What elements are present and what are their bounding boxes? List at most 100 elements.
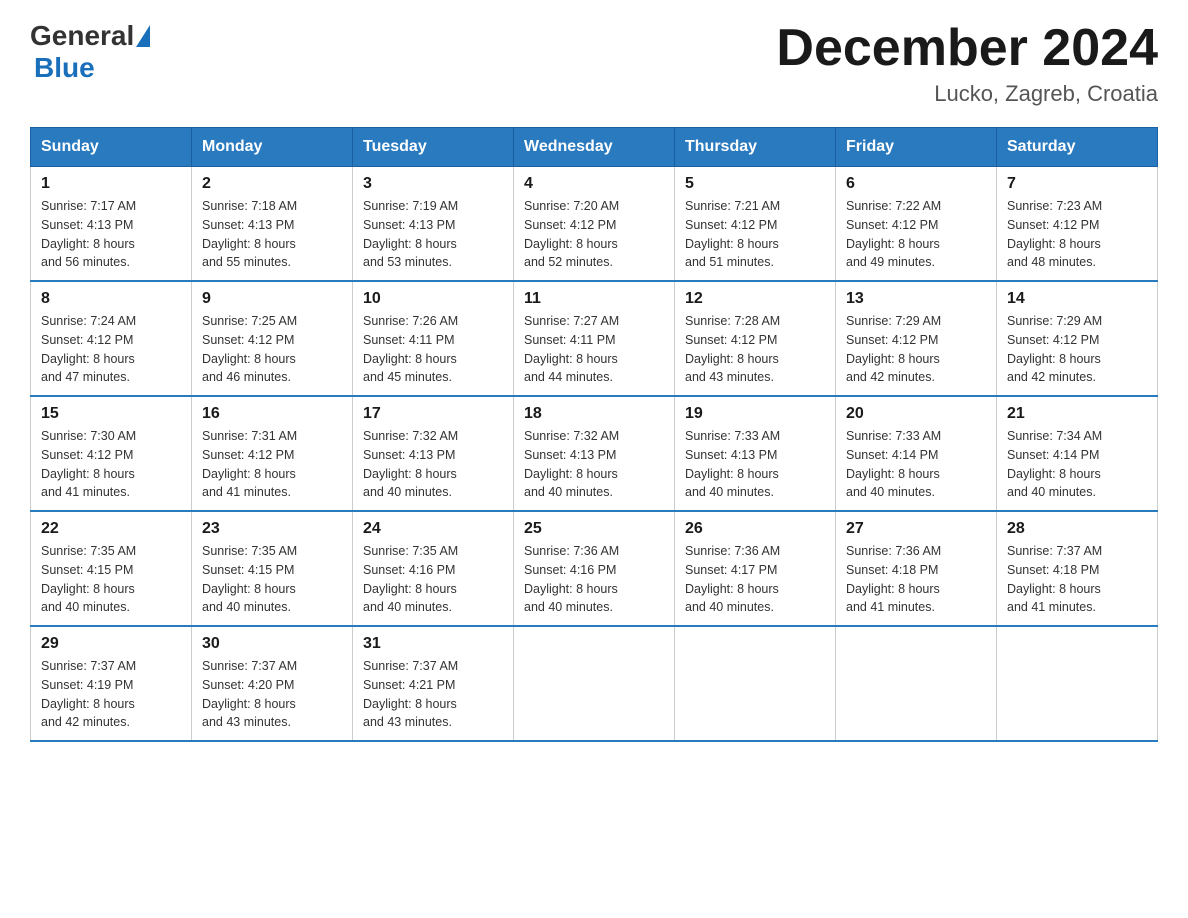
calendar-cell: 22 Sunrise: 7:35 AM Sunset: 4:15 PM Dayl…: [31, 511, 192, 626]
day-info: Sunrise: 7:36 AM Sunset: 4:16 PM Dayligh…: [524, 542, 664, 617]
day-number: 4: [524, 175, 664, 193]
calendar-header-sunday: Sunday: [31, 128, 192, 167]
calendar-header-friday: Friday: [836, 128, 997, 167]
day-number: 6: [846, 175, 986, 193]
day-info: Sunrise: 7:36 AM Sunset: 4:18 PM Dayligh…: [846, 542, 986, 617]
day-number: 17: [363, 405, 503, 423]
calendar-cell: 26 Sunrise: 7:36 AM Sunset: 4:17 PM Dayl…: [675, 511, 836, 626]
day-number: 28: [1007, 520, 1147, 538]
day-info: Sunrise: 7:23 AM Sunset: 4:12 PM Dayligh…: [1007, 197, 1147, 272]
day-info: Sunrise: 7:21 AM Sunset: 4:12 PM Dayligh…: [685, 197, 825, 272]
day-info: Sunrise: 7:29 AM Sunset: 4:12 PM Dayligh…: [1007, 312, 1147, 387]
day-info: Sunrise: 7:37 AM Sunset: 4:20 PM Dayligh…: [202, 657, 342, 732]
day-number: 22: [41, 520, 181, 538]
day-number: 20: [846, 405, 986, 423]
day-info: Sunrise: 7:22 AM Sunset: 4:12 PM Dayligh…: [846, 197, 986, 272]
day-number: 31: [363, 635, 503, 653]
day-info: Sunrise: 7:33 AM Sunset: 4:14 PM Dayligh…: [846, 427, 986, 502]
calendar-cell: 27 Sunrise: 7:36 AM Sunset: 4:18 PM Dayl…: [836, 511, 997, 626]
day-number: 10: [363, 290, 503, 308]
calendar-week-row: 22 Sunrise: 7:35 AM Sunset: 4:15 PM Dayl…: [31, 511, 1158, 626]
calendar-week-row: 15 Sunrise: 7:30 AM Sunset: 4:12 PM Dayl…: [31, 396, 1158, 511]
day-info: Sunrise: 7:37 AM Sunset: 4:19 PM Dayligh…: [41, 657, 181, 732]
day-number: 19: [685, 405, 825, 423]
day-number: 29: [41, 635, 181, 653]
calendar-header-wednesday: Wednesday: [514, 128, 675, 167]
calendar-cell: 17 Sunrise: 7:32 AM Sunset: 4:13 PM Dayl…: [353, 396, 514, 511]
calendar-week-row: 1 Sunrise: 7:17 AM Sunset: 4:13 PM Dayli…: [31, 167, 1158, 282]
day-number: 18: [524, 405, 664, 423]
calendar-cell: 28 Sunrise: 7:37 AM Sunset: 4:18 PM Dayl…: [997, 511, 1158, 626]
calendar-cell: 11 Sunrise: 7:27 AM Sunset: 4:11 PM Dayl…: [514, 281, 675, 396]
day-info: Sunrise: 7:31 AM Sunset: 4:12 PM Dayligh…: [202, 427, 342, 502]
calendar-header-tuesday: Tuesday: [353, 128, 514, 167]
day-number: 1: [41, 175, 181, 193]
day-info: Sunrise: 7:37 AM Sunset: 4:18 PM Dayligh…: [1007, 542, 1147, 617]
day-number: 30: [202, 635, 342, 653]
calendar-week-row: 8 Sunrise: 7:24 AM Sunset: 4:12 PM Dayli…: [31, 281, 1158, 396]
day-info: Sunrise: 7:37 AM Sunset: 4:21 PM Dayligh…: [363, 657, 503, 732]
calendar-cell: 29 Sunrise: 7:37 AM Sunset: 4:19 PM Dayl…: [31, 626, 192, 741]
calendar-cell: [514, 626, 675, 741]
calendar-cell: 3 Sunrise: 7:19 AM Sunset: 4:13 PM Dayli…: [353, 167, 514, 282]
day-info: Sunrise: 7:32 AM Sunset: 4:13 PM Dayligh…: [524, 427, 664, 502]
logo-general: General: [30, 20, 134, 52]
calendar-header-thursday: Thursday: [675, 128, 836, 167]
day-info: Sunrise: 7:32 AM Sunset: 4:13 PM Dayligh…: [363, 427, 503, 502]
day-info: Sunrise: 7:34 AM Sunset: 4:14 PM Dayligh…: [1007, 427, 1147, 502]
calendar-cell: 25 Sunrise: 7:36 AM Sunset: 4:16 PM Dayl…: [514, 511, 675, 626]
day-number: 27: [846, 520, 986, 538]
calendar-cell: 8 Sunrise: 7:24 AM Sunset: 4:12 PM Dayli…: [31, 281, 192, 396]
day-info: Sunrise: 7:19 AM Sunset: 4:13 PM Dayligh…: [363, 197, 503, 272]
calendar-cell: 2 Sunrise: 7:18 AM Sunset: 4:13 PM Dayli…: [192, 167, 353, 282]
calendar-cell: 9 Sunrise: 7:25 AM Sunset: 4:12 PM Dayli…: [192, 281, 353, 396]
calendar-header-monday: Monday: [192, 128, 353, 167]
day-number: 5: [685, 175, 825, 193]
calendar-cell: 19 Sunrise: 7:33 AM Sunset: 4:13 PM Dayl…: [675, 396, 836, 511]
day-info: Sunrise: 7:30 AM Sunset: 4:12 PM Dayligh…: [41, 427, 181, 502]
day-number: 16: [202, 405, 342, 423]
calendar-cell: 31 Sunrise: 7:37 AM Sunset: 4:21 PM Dayl…: [353, 626, 514, 741]
calendar-cell: [997, 626, 1158, 741]
day-number: 25: [524, 520, 664, 538]
day-number: 3: [363, 175, 503, 193]
logo-text: General: [30, 20, 152, 52]
calendar-header-saturday: Saturday: [997, 128, 1158, 167]
calendar-cell: [836, 626, 997, 741]
day-number: 13: [846, 290, 986, 308]
day-info: Sunrise: 7:26 AM Sunset: 4:11 PM Dayligh…: [363, 312, 503, 387]
day-number: 7: [1007, 175, 1147, 193]
day-number: 8: [41, 290, 181, 308]
day-info: Sunrise: 7:25 AM Sunset: 4:12 PM Dayligh…: [202, 312, 342, 387]
calendar-cell: 16 Sunrise: 7:31 AM Sunset: 4:12 PM Dayl…: [192, 396, 353, 511]
day-number: 26: [685, 520, 825, 538]
calendar-week-row: 29 Sunrise: 7:37 AM Sunset: 4:19 PM Dayl…: [31, 626, 1158, 741]
day-info: Sunrise: 7:17 AM Sunset: 4:13 PM Dayligh…: [41, 197, 181, 272]
day-number: 9: [202, 290, 342, 308]
logo: General Blue: [30, 20, 152, 84]
day-info: Sunrise: 7:24 AM Sunset: 4:12 PM Dayligh…: [41, 312, 181, 387]
day-number: 11: [524, 290, 664, 308]
calendar-cell: 15 Sunrise: 7:30 AM Sunset: 4:12 PM Dayl…: [31, 396, 192, 511]
day-number: 12: [685, 290, 825, 308]
day-number: 24: [363, 520, 503, 538]
day-info: Sunrise: 7:35 AM Sunset: 4:15 PM Dayligh…: [41, 542, 181, 617]
calendar-cell: 13 Sunrise: 7:29 AM Sunset: 4:12 PM Dayl…: [836, 281, 997, 396]
calendar-cell: 14 Sunrise: 7:29 AM Sunset: 4:12 PM Dayl…: [997, 281, 1158, 396]
day-number: 2: [202, 175, 342, 193]
calendar-cell: 6 Sunrise: 7:22 AM Sunset: 4:12 PM Dayli…: [836, 167, 997, 282]
day-info: Sunrise: 7:27 AM Sunset: 4:11 PM Dayligh…: [524, 312, 664, 387]
calendar-cell: 12 Sunrise: 7:28 AM Sunset: 4:12 PM Dayl…: [675, 281, 836, 396]
day-info: Sunrise: 7:35 AM Sunset: 4:16 PM Dayligh…: [363, 542, 503, 617]
calendar-cell: 5 Sunrise: 7:21 AM Sunset: 4:12 PM Dayli…: [675, 167, 836, 282]
calendar-location: Lucko, Zagreb, Croatia: [776, 81, 1158, 107]
day-info: Sunrise: 7:36 AM Sunset: 4:17 PM Dayligh…: [685, 542, 825, 617]
calendar-cell: 18 Sunrise: 7:32 AM Sunset: 4:13 PM Dayl…: [514, 396, 675, 511]
day-info: Sunrise: 7:20 AM Sunset: 4:12 PM Dayligh…: [524, 197, 664, 272]
day-number: 15: [41, 405, 181, 423]
calendar-cell: 30 Sunrise: 7:37 AM Sunset: 4:20 PM Dayl…: [192, 626, 353, 741]
calendar-cell: 1 Sunrise: 7:17 AM Sunset: 4:13 PM Dayli…: [31, 167, 192, 282]
calendar-cell: 20 Sunrise: 7:33 AM Sunset: 4:14 PM Dayl…: [836, 396, 997, 511]
calendar-cell: 21 Sunrise: 7:34 AM Sunset: 4:14 PM Dayl…: [997, 396, 1158, 511]
calendar-table: SundayMondayTuesdayWednesdayThursdayFrid…: [30, 127, 1158, 742]
